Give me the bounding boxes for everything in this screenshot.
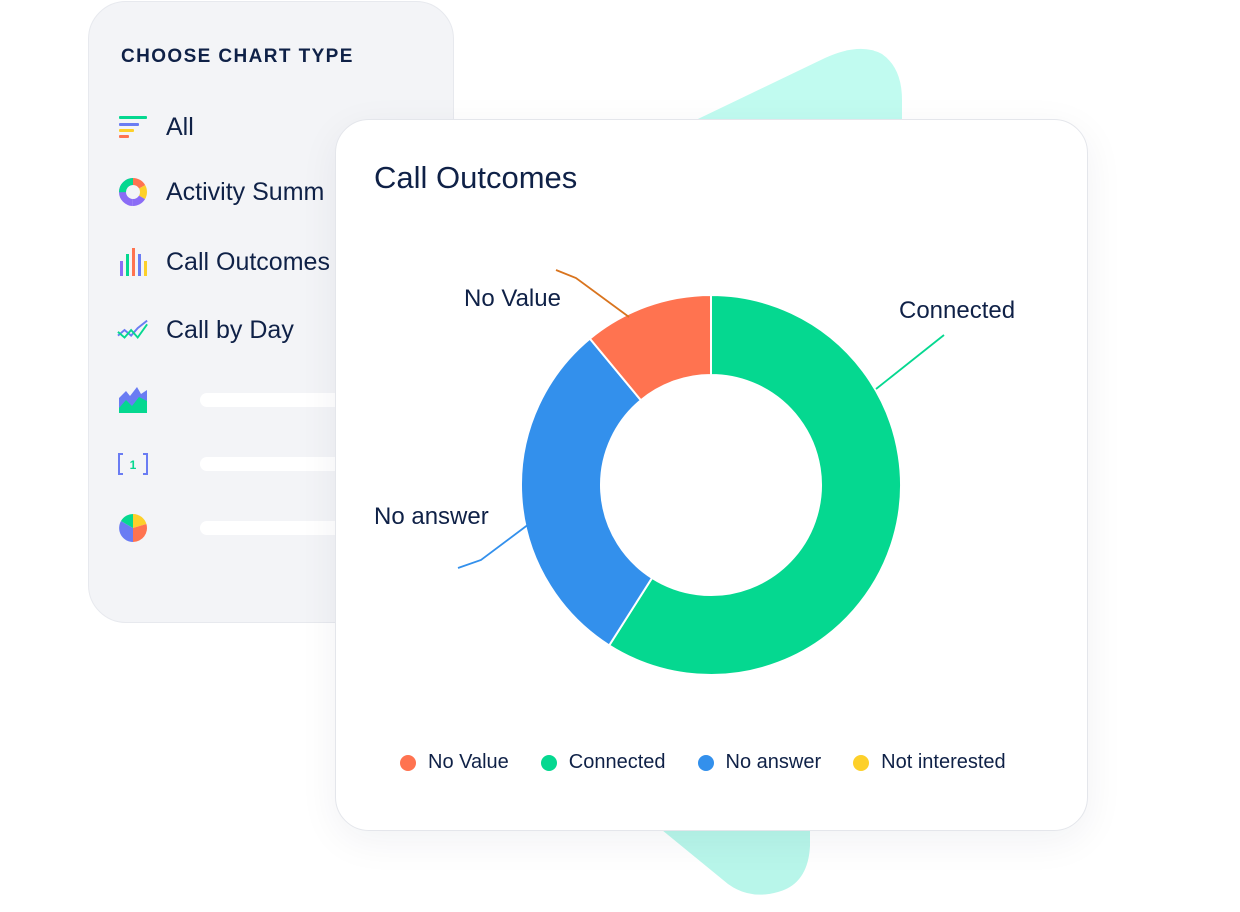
pie-chart-icon: [117, 512, 149, 544]
callout-label-no-value: No Value: [464, 285, 561, 312]
legend-item-not-interested[interactable]: Not interested: [853, 751, 1006, 774]
area-chart-icon: [117, 384, 149, 416]
callout-label-connected: Connected: [899, 297, 1015, 324]
decorative-teal-shape-bottom: [662, 830, 810, 895]
stage: CHOOSE CHART TYPE All Activity Summ Call…: [0, 0, 1240, 912]
legend-label: No answer: [725, 751, 822, 773]
legend-item-connected[interactable]: Connected: [540, 751, 666, 774]
decorative-teal-shape-top: [675, 48, 902, 130]
chart-type-pie[interactable]: [117, 510, 360, 546]
callout-line-no-answer: [457, 523, 530, 569]
callout-label-no-answer: No answer: [374, 503, 489, 530]
chart-card: Call Outcomes No Value Connected No answer…: [335, 119, 1088, 831]
legend-color-dot: [853, 754, 870, 771]
chart-type-activity-summary[interactable]: Activity Summ: [117, 174, 324, 210]
chart-type-call-outcomes[interactable]: Call Outcomes: [117, 244, 330, 280]
chart-type-call-by-day[interactable]: Call by Day: [117, 312, 294, 348]
panel-title: CHOOSE CHART TYPE: [121, 46, 354, 67]
donut-chart: No Value Connected No answer: [374, 269, 1015, 676]
chart-type-area[interactable]: [117, 382, 360, 418]
legend-item-no-value[interactable]: No Value: [400, 751, 509, 774]
chart-type-label: Activity Summ: [166, 177, 325, 206]
legend-color-dot: [540, 754, 557, 771]
legend-color-dot: [697, 754, 714, 771]
chart-type-number[interactable]: 1: [117, 446, 360, 482]
donut-chart-icon: [117, 176, 149, 208]
chart-type-label: Call by Day: [166, 315, 294, 344]
chart-legend: No Value Connected No answer Not interested: [400, 751, 1038, 774]
number-bracket-icon: 1: [117, 448, 149, 480]
callout-line-no-value: [555, 269, 630, 318]
legend-label: Connected: [568, 751, 666, 773]
filter-lines-icon: [117, 111, 149, 143]
legend-color-dot: [400, 754, 416, 771]
callout-line-connected: [875, 334, 945, 390]
line-chart-icon: [117, 314, 149, 346]
chart-type-label: All: [166, 112, 194, 141]
chart-type-all[interactable]: All: [117, 109, 194, 145]
legend-label: Not interested: [881, 751, 1006, 773]
legend-item-no-answer[interactable]: No answer: [697, 751, 822, 774]
chart-type-label: Call Outcomes: [166, 247, 330, 276]
bar-chart-icon: [117, 246, 149, 278]
legend-label: No Value: [428, 751, 509, 773]
svg-text:1: 1: [130, 458, 137, 472]
